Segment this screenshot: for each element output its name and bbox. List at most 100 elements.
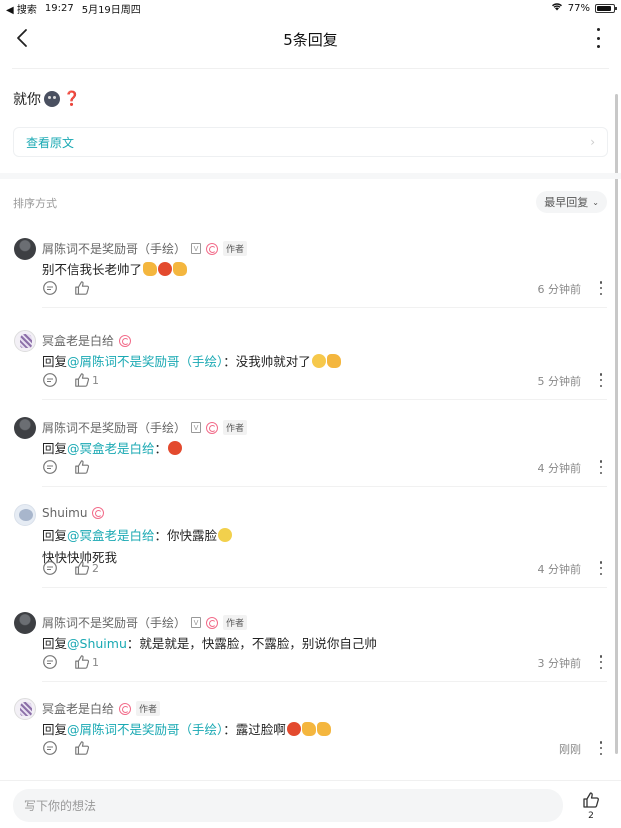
- thumbs-up-icon: [75, 460, 90, 474]
- view-original-button[interactable]: 查看原文 ›: [13, 127, 608, 157]
- fist-emoji-icon: [301, 722, 316, 736]
- comment-header: 屑陈词不是奖励哥（手绘） V 作者: [42, 614, 248, 631]
- fist-emoji-icon: [173, 262, 188, 276]
- avatar[interactable]: [14, 698, 36, 720]
- comment-header: Shuimu: [42, 506, 105, 520]
- avatar[interactable]: [14, 504, 36, 526]
- comment-actions: 2: [42, 560, 99, 576]
- comment-text: ：就是就是，快露脸，不露脸，别说你自己帅: [126, 636, 377, 651]
- comment-like-button[interactable]: [74, 280, 92, 296]
- avatar[interactable]: [14, 238, 36, 260]
- reply-prefix: 回复: [42, 354, 68, 369]
- comment-time: 6 分钟前: [537, 283, 582, 296]
- comment-actions: [42, 280, 92, 296]
- page-title: 5条回复: [283, 30, 338, 49]
- reply-button[interactable]: [42, 372, 58, 388]
- comment-text: ：露过脸啊: [223, 722, 286, 737]
- comment-body: 回复@Shuimu：就是就是，快露脸，不露脸，别说你自己帅: [42, 634, 377, 654]
- fist-emoji-icon: [326, 354, 341, 368]
- more-vertical-icon[interactable]: [599, 561, 603, 575]
- mention-link[interactable]: @屑陈词不是奖励哥（手绘）: [67, 722, 223, 737]
- thumbs-up-icon: [75, 561, 90, 575]
- comment-time: 刚刚: [559, 743, 581, 756]
- comment-like-count: 2: [92, 561, 99, 575]
- comment-like-button[interactable]: [74, 459, 92, 475]
- comment-username[interactable]: 冥盒老是白给: [42, 332, 114, 349]
- mention-link[interactable]: @屑陈词不是奖励哥（手绘）: [67, 354, 223, 369]
- question-mark-emoji-icon: ❓: [63, 91, 81, 107]
- reply-button[interactable]: [42, 654, 58, 670]
- angry-emoji-icon: [286, 722, 301, 736]
- chevron-right-icon: ›: [590, 135, 595, 149]
- back-arrow-icon[interactable]: [12, 24, 36, 52]
- more-vertical-icon[interactable]: [599, 281, 603, 295]
- comment-body: 回复@冥盒老是白给：: [42, 439, 183, 459]
- comment-divider: [42, 399, 607, 400]
- section-divider: [0, 173, 621, 179]
- reply-prefix: 回复: [42, 441, 68, 456]
- status-date: 5月19日周四: [81, 4, 141, 16]
- more-vertical-icon[interactable]: [599, 460, 603, 474]
- comment-input-placeholder: 写下你的想法: [24, 799, 97, 813]
- view-original-label: 查看原文: [26, 135, 75, 150]
- comment-like-button[interactable]: [74, 740, 92, 756]
- reply-prefix: 回复: [42, 528, 68, 543]
- wifi-icon: [551, 2, 563, 14]
- like-count: 2: [588, 811, 594, 821]
- comment-like-button[interactable]: 1: [74, 372, 99, 388]
- reply-button[interactable]: [42, 459, 58, 475]
- thumbs-up-icon: [75, 373, 90, 387]
- author-badge: 作者: [136, 701, 161, 716]
- comment-divider: [42, 307, 607, 308]
- thumbs-up-icon: [75, 281, 90, 295]
- user-level-icon: [206, 242, 219, 255]
- mention-link[interactable]: @Shuimu: [67, 636, 127, 651]
- vip-badge: V: [191, 243, 202, 254]
- avatar[interactable]: [14, 330, 36, 352]
- more-vertical-icon[interactable]: [599, 655, 603, 669]
- comment-username[interactable]: 屑陈词不是奖励哥（手绘）: [42, 240, 186, 257]
- comment-input[interactable]: 写下你的想法: [13, 789, 563, 822]
- like-button[interactable]: 2: [581, 791, 601, 823]
- comment-header: 屑陈词不是奖励哥（手绘） V 作者: [42, 419, 248, 436]
- reply-button[interactable]: [42, 560, 58, 576]
- battery-icon: [595, 3, 617, 13]
- sort-order-value: 最早回复: [544, 196, 589, 209]
- more-vertical-icon[interactable]: [599, 741, 603, 755]
- divider: [12, 68, 609, 69]
- comment-header: 冥盒老是白给: [42, 332, 132, 349]
- comment-actions: 1: [42, 372, 99, 388]
- comment-username[interactable]: 冥盒老是白给: [42, 700, 114, 717]
- comment-body: 回复@屑陈词不是奖励哥（手绘）：露过脸啊: [42, 720, 331, 740]
- sort-order-dropdown[interactable]: 最早回复 ⌄: [536, 191, 607, 213]
- mention-link[interactable]: @冥盒老是白给: [67, 528, 155, 543]
- status-back-link[interactable]: ◀ 搜索: [6, 1, 37, 16]
- comment-username[interactable]: Shuimu: [42, 506, 87, 520]
- sort-label: 排序方式: [13, 197, 57, 210]
- reply-button[interactable]: [42, 280, 58, 296]
- comment-like-button[interactable]: 2: [74, 560, 99, 576]
- comment-like-button[interactable]: 1: [74, 654, 99, 670]
- comment-username[interactable]: 屑陈词不是奖励哥（手绘）: [42, 419, 186, 436]
- reply-bubble-icon: [43, 741, 57, 755]
- reply-button[interactable]: [42, 740, 58, 756]
- comment-divider: [42, 587, 607, 588]
- comment-body: 回复@冥盒老是白给：你快露脸: [42, 526, 233, 546]
- reply-bubble-icon: [43, 373, 57, 387]
- comment-header: 屑陈词不是奖励哥（手绘） V 作者: [42, 240, 248, 257]
- status-bar: ◀ 搜索 19:27 5月19日周四 77%: [0, 0, 621, 16]
- mention-link[interactable]: @冥盒老是白给: [67, 441, 155, 456]
- thumbs-up-icon: [75, 655, 90, 669]
- user-level-icon: [119, 702, 132, 715]
- comment-username[interactable]: 屑陈词不是奖励哥（手绘）: [42, 614, 186, 631]
- more-vertical-icon[interactable]: [599, 373, 603, 387]
- more-vertical-icon[interactable]: [595, 28, 601, 48]
- comment-header: 冥盒老是白给 作者: [42, 700, 161, 717]
- avatar[interactable]: [14, 612, 36, 634]
- avatar[interactable]: [14, 417, 36, 439]
- fist-emoji-icon: [316, 722, 331, 736]
- scrollbar[interactable]: [615, 94, 618, 754]
- user-level-icon: [92, 507, 105, 519]
- comment-time: 4 分钟前: [537, 462, 582, 475]
- original-comment-text: 就你: [13, 92, 41, 108]
